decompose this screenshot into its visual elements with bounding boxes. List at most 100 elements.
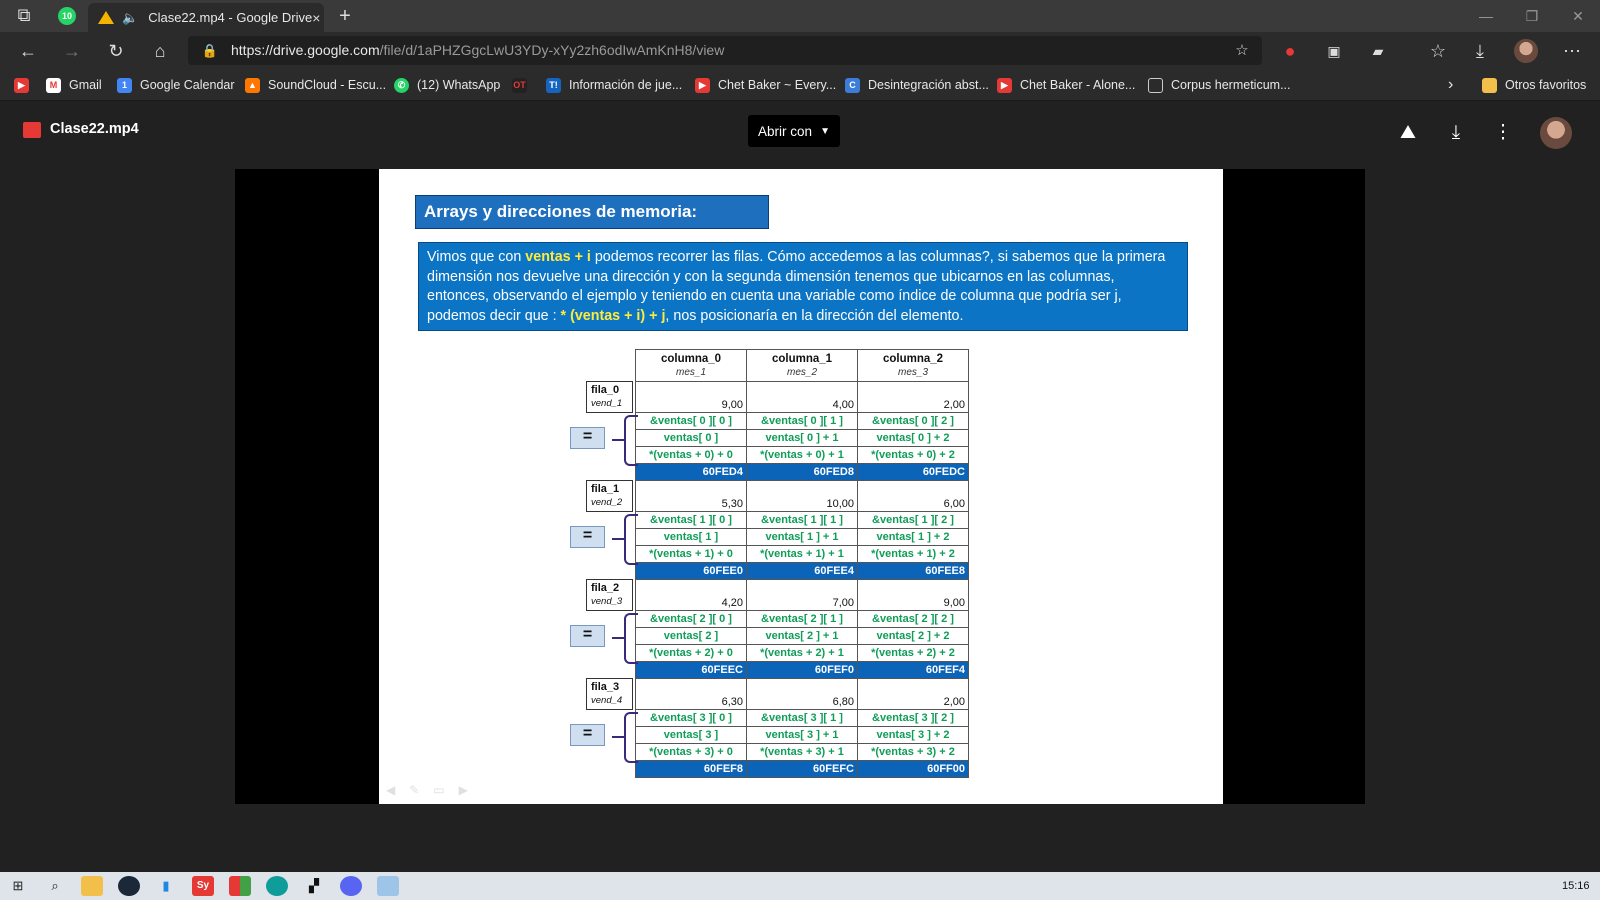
close-window-icon[interactable]: ✕ — [1558, 4, 1598, 28]
tab-actions-icon[interactable]: ⧉ — [12, 4, 36, 26]
cell-value: 5,30 — [635, 480, 747, 512]
bookmark-otros-favoritos[interactable]: Otros favoritos — [1482, 75, 1586, 95]
row-label: fila_3 vend_4 — [586, 678, 633, 710]
file-explorer-icon[interactable] — [81, 876, 103, 896]
equals-box: = — [570, 625, 605, 647]
cell-dereference: *(ventas + 1) + 0 — [635, 545, 747, 563]
cell-value: 6,30 — [635, 678, 747, 710]
cell-pointer: ventas[ 3 ] + 2 — [857, 726, 969, 744]
speaker-icon[interactable]: 🔈 — [122, 10, 138, 26]
document-icon[interactable]: ▮ — [155, 876, 177, 896]
open-with-button[interactable]: Abrir con ▼ — [748, 115, 840, 147]
bookmark-informacion[interactable]: T! Información de jue... — [546, 75, 682, 95]
column-header: columna_1 mes_2 — [746, 349, 858, 382]
notepad-icon[interactable] — [377, 876, 399, 896]
bookmark-corpus-hermeticum[interactable]: Corpus hermeticum... — [1148, 75, 1290, 95]
download-icon[interactable]: ⤓ — [1443, 122, 1469, 144]
url-text[interactable]: https://drive.google.com/file/d/1aPHZGgc… — [231, 42, 724, 58]
lock-icon[interactable]: 🔒 — [198, 40, 222, 62]
bookmark-google-calendar[interactable]: 1 Google Calendar — [117, 75, 235, 95]
extension-icon[interactable]: ● — [1278, 40, 1302, 62]
brace-bracket — [624, 514, 638, 565]
cell-value: 2,00 — [857, 678, 969, 710]
cell-pointer: ventas[ 1 ] + 1 — [746, 528, 858, 546]
more-actions-icon[interactable]: ⋮ — [1490, 122, 1516, 144]
cell-address: 60FED4 — [635, 463, 747, 481]
bookmark-desintegracion[interactable]: C Desintegración abst... — [845, 75, 989, 95]
tab-active[interactable]: 🔈 Clase22.mp4 - Google Drive × — [88, 3, 324, 32]
cell-value: 4,00 — [746, 381, 858, 413]
row-label-sub: vend_1 — [591, 398, 623, 409]
epic-icon[interactable]: ▞ — [303, 876, 325, 896]
cell-pointer: ventas[ 0 ] — [635, 429, 747, 447]
slide-controls[interactable]: ◀✎▭▶ — [386, 783, 482, 797]
cell-reference: &ventas[ 2 ][ 2 ] — [857, 610, 969, 628]
add-to-drive-icon[interactable]: ⛰ — [1395, 122, 1421, 144]
cell-reference: &ventas[ 2 ][ 1 ] — [746, 610, 858, 628]
cell-dereference: *(ventas + 3) + 2 — [857, 743, 969, 761]
row-label-sub: vend_4 — [591, 695, 623, 706]
brace-tick — [612, 637, 624, 639]
bookmark-soundcloud[interactable]: ▲ SoundCloud - Escu... — [245, 75, 386, 95]
cell-dereference: *(ventas + 0) + 1 — [746, 446, 858, 464]
youtube-bookmark-icon[interactable]: ▶ — [14, 75, 37, 95]
chevron-right-icon[interactable]: › — [1448, 75, 1453, 95]
cell-pointer: ventas[ 3 ] + 1 — [746, 726, 858, 744]
search-icon[interactable]: ⌕ — [44, 876, 66, 896]
cell-value: 9,00 — [857, 579, 969, 611]
cell-address: 60FEF8 — [635, 760, 747, 778]
bookmark-gmail[interactable]: M Gmail — [46, 75, 102, 95]
restore-icon[interactable]: ❐ — [1512, 4, 1552, 28]
cell-reference: &ventas[ 3 ][ 0 ] — [635, 709, 747, 727]
reload-icon[interactable]: ↻ — [104, 40, 128, 62]
discord-icon[interactable] — [340, 876, 362, 896]
minimize-icon[interactable]: — — [1466, 4, 1506, 28]
bookmark-whatsapp[interactable]: ✆ (12) WhatsApp — [394, 75, 500, 95]
edge-icon[interactable] — [266, 876, 288, 896]
whatsapp-tab-icon[interactable]: 10 — [58, 7, 76, 25]
forward-icon[interactable]: → — [60, 40, 84, 62]
file-title: Clase22.mp4 — [50, 121, 139, 137]
cell-address: 60FEF4 — [857, 661, 969, 679]
cell-reference: &ventas[ 1 ][ 0 ] — [635, 511, 747, 529]
extension-icon-2[interactable]: ▣ — [1322, 40, 1346, 62]
extension-icon-3[interactable]: ▰ — [1366, 40, 1390, 62]
bookmark-chet-baker-every[interactable]: ▶ Chet Baker ~ Every... — [695, 75, 836, 95]
close-tab-icon[interactable]: × — [312, 10, 320, 26]
cell-address: 60FEDC — [857, 463, 969, 481]
profile-avatar[interactable] — [1514, 39, 1538, 63]
cell-dereference: *(ventas + 2) + 1 — [746, 644, 858, 662]
new-tab-button[interactable]: + — [333, 4, 357, 28]
cell-pointer: ventas[ 2 ] — [635, 627, 747, 645]
equals-box: = — [570, 427, 605, 449]
slide-text-box: Vimos que con ventas + i podemos recorre… — [418, 242, 1188, 331]
cell-dereference: *(ventas + 2) + 0 — [635, 644, 747, 662]
row-label: fila_2 vend_3 — [586, 579, 633, 611]
cell-value: 7,00 — [746, 579, 858, 611]
cell-reference: &ventas[ 3 ][ 2 ] — [857, 709, 969, 727]
start-icon[interactable]: ⊞ — [7, 876, 29, 896]
cell-pointer: ventas[ 0 ] + 2 — [857, 429, 969, 447]
cell-reference: &ventas[ 1 ][ 2 ] — [857, 511, 969, 529]
downloads-icon[interactable]: ⤓ — [1468, 40, 1492, 62]
brace-tick — [612, 736, 624, 738]
cell-dereference: *(ventas + 1) + 1 — [746, 545, 858, 563]
more-options-icon[interactable]: ⋯ — [1560, 40, 1584, 62]
cell-dereference: *(ventas + 0) + 2 — [857, 446, 969, 464]
account-avatar[interactable] — [1540, 117, 1572, 149]
cell-dereference: *(ventas + 3) + 0 — [635, 743, 747, 761]
steam-icon[interactable] — [118, 876, 140, 896]
caret-down-icon: ▼ — [820, 125, 830, 137]
home-icon[interactable]: ⌂ — [148, 40, 172, 62]
app-colorful-icon[interactable] — [229, 876, 251, 896]
app-sy-icon[interactable]: Sy — [192, 876, 214, 896]
back-icon[interactable]: ← — [16, 40, 40, 62]
favorites-icon[interactable]: ☆ — [1426, 40, 1450, 62]
bookmark-ot-icon[interactable]: OT — [512, 75, 535, 95]
add-favorite-icon[interactable]: ☆ — [1230, 40, 1254, 62]
cell-address: 60FF00 — [857, 760, 969, 778]
bookmark-chet-baker-alone[interactable]: ▶ Chet Baker - Alone... — [997, 75, 1135, 95]
cell-reference: &ventas[ 0 ][ 1 ] — [746, 412, 858, 430]
cell-reference: &ventas[ 3 ][ 1 ] — [746, 709, 858, 727]
cell-reference: &ventas[ 0 ][ 0 ] — [635, 412, 747, 430]
